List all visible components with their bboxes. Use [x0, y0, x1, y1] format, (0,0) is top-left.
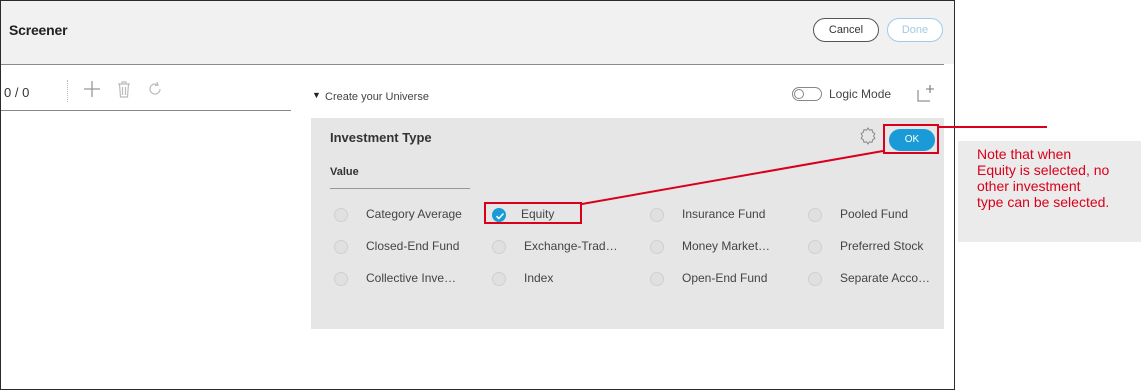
annotation-line: Note that when — [977, 146, 1072, 162]
annotation-note: Note that when Equity is selected, no ot… — [958, 141, 1141, 242]
connector-line-equity — [581, 150, 884, 205]
annotation-line: Equity is selected, no — [977, 162, 1110, 178]
annotation-line: type can be selected. — [977, 194, 1110, 210]
annotation-line: other investment — [977, 178, 1081, 194]
